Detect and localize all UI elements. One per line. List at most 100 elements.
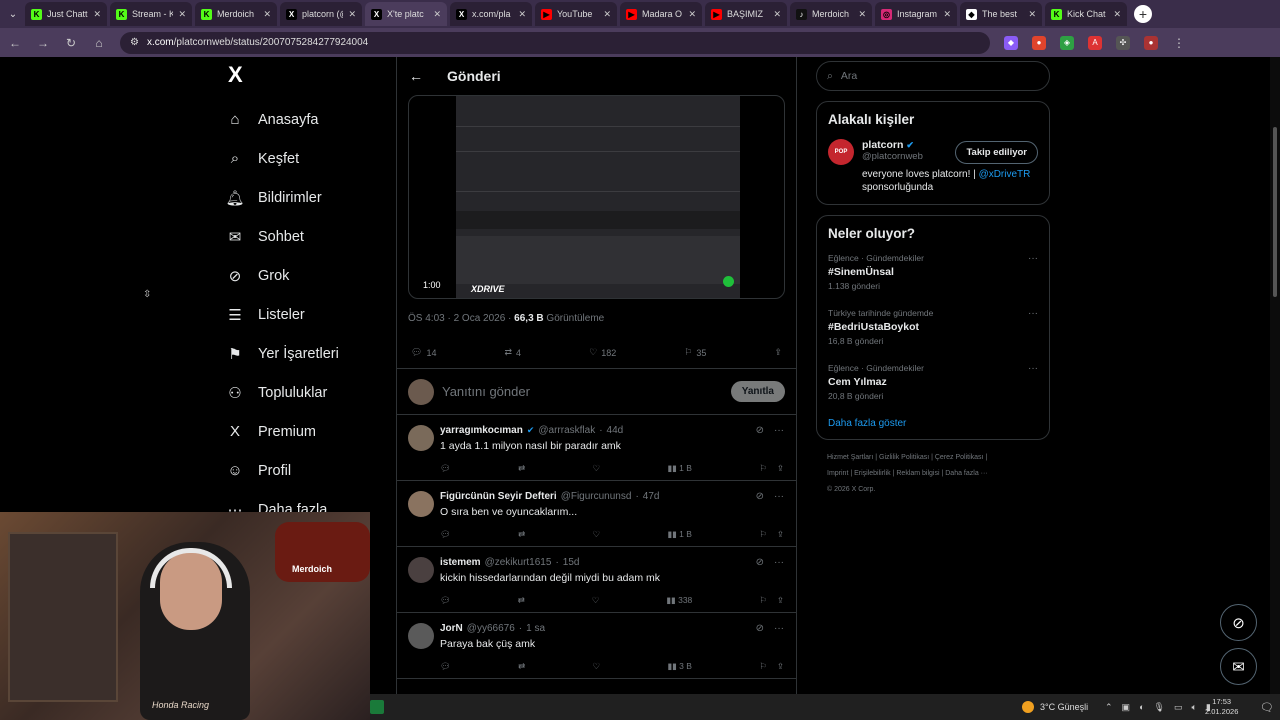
more-options-icon[interactable]: ···	[774, 425, 784, 436]
nav-item-bookmarks[interactable]: ⚑ Yer İşaretleri	[226, 334, 386, 373]
tweet-author-name[interactable]: istemem	[440, 557, 481, 568]
browser-tab[interactable]: K Kick Chat ✕	[1045, 2, 1127, 26]
share-icon[interactable]: ⇪	[777, 529, 784, 540]
browser-menu-icon[interactable]: ⋮	[1172, 36, 1186, 50]
heart-icon[interactable]: ♡	[593, 463, 601, 474]
reply-tweet[interactable]: JorN @yy66676 · 1 sa ⊘ ··· Paraya bak çüş…	[397, 613, 796, 679]
share-icon[interactable]: ⇪	[777, 463, 784, 474]
nav-item-notifications[interactable]: 🔔︎ Bildirimler	[225, 178, 386, 217]
close-icon[interactable]: ✕	[858, 9, 866, 20]
bookmark-icon[interactable]: ⚐	[759, 529, 767, 540]
notification-icon[interactable]: 🗨︎	[1260, 701, 1274, 714]
close-icon[interactable]: ✕	[263, 9, 271, 20]
scrollbar-thumb[interactable]	[1273, 127, 1277, 297]
views-button[interactable]: ▮▮ 1 B	[667, 463, 692, 474]
browser-tab[interactable]: ▶ BAŞIMIZ ✕	[705, 2, 787, 26]
repost-button[interactable]: ⇄ 4	[505, 347, 522, 358]
network-icon[interactable]: ▭	[1174, 702, 1183, 713]
views-button[interactable]: ▮▮ 3 B	[667, 661, 692, 672]
browser-tab[interactable]: X X'te platc ✕	[365, 2, 447, 26]
taskbar-app-icon[interactable]	[370, 700, 384, 714]
tab-menu-icon[interactable]: ⌄	[4, 5, 22, 23]
site-info-icon[interactable]: ⚙	[130, 37, 139, 48]
tweet-author-name[interactable]: JorN	[440, 623, 463, 634]
close-icon[interactable]: ✕	[1113, 9, 1121, 20]
messages-fab-button[interactable]: ✉	[1220, 648, 1257, 685]
browser-tab[interactable]: Xplatcorn (@ ✕	[280, 2, 362, 26]
more-options-icon[interactable]: ···	[774, 491, 784, 502]
bookmark-icon[interactable]: ⚐	[759, 661, 767, 672]
bookmark-button[interactable]: ⚐ 35	[684, 347, 706, 358]
reply-input[interactable]: Yanıtını gönder	[442, 384, 723, 399]
nav-item-profile[interactable]: ☺ Profil	[226, 451, 386, 490]
profile-avatar-icon[interactable]: ●	[1144, 35, 1158, 50]
post-timestamp[interactable]: ÖS 4:03 · 2 Oca 2026 ·	[408, 313, 514, 324]
grok-icon[interactable]: ⊘	[756, 491, 764, 502]
browser-tab[interactable]: ▶ Madara O ✕	[620, 2, 702, 26]
close-icon[interactable]: ✕	[1028, 9, 1036, 20]
bookmark-icon[interactable]: ⚐	[759, 463, 767, 474]
close-icon[interactable]: ✕	[603, 9, 611, 20]
tweet-author-name[interactable]: Figürcünün Seyir Defteri	[440, 491, 557, 502]
heart-icon[interactable]: ♡	[593, 661, 601, 672]
repost-icon[interactable]: ⇄	[518, 595, 525, 606]
more-options-icon[interactable]: ···	[1028, 308, 1038, 319]
extension-icon[interactable]: ◆	[1004, 35, 1018, 50]
browser-tab[interactable]: ▶ YouTube ✕	[535, 2, 617, 26]
nav-item-communities[interactable]: ⚇ Topluluklar	[226, 373, 386, 412]
like-button[interactable]: ♡ 182	[589, 347, 616, 358]
repost-icon[interactable]: ⇄	[518, 463, 525, 474]
adblock-icon[interactable]: A	[1088, 35, 1102, 50]
shield-icon[interactable]: ◈	[1060, 35, 1074, 50]
browser-tab[interactable]: K Merdoich ✕	[195, 2, 277, 26]
share-icon[interactable]: ⇪	[777, 595, 784, 606]
share-button[interactable]: ⇪	[774, 347, 782, 358]
tweet-time[interactable]: 44d	[607, 425, 624, 436]
reply-tweet[interactable]: istemem @zekikurt1615 · 15d ⊘ ··· kickin …	[397, 547, 796, 613]
avatar[interactable]	[408, 557, 434, 583]
browser-tab[interactable]: ◆ The best ✕	[960, 2, 1042, 26]
grok-icon[interactable]: ⊘	[756, 425, 764, 436]
weather-widget[interactable]: 3°C Güneşli	[1022, 701, 1088, 713]
nav-item-lists[interactable]: ☰ Listeler	[226, 295, 386, 334]
reload-icon[interactable]: ↻	[64, 36, 78, 50]
reply-tweet[interactable]: yarragımkocıman ✔ @arrraskflak · 44d ⊘ ··…	[397, 415, 796, 481]
nav-item-grok[interactable]: ⊘ Grok	[226, 256, 386, 295]
views-button[interactable]: ▮▮ 1 B	[667, 529, 692, 540]
close-icon[interactable]: ✕	[433, 9, 441, 20]
close-icon[interactable]: ✕	[943, 9, 951, 20]
new-tab-button[interactable]: +	[1134, 5, 1152, 23]
avatar[interactable]: POP	[828, 139, 854, 165]
browser-tab[interactable]: ♪ Merdoich ✕	[790, 2, 872, 26]
tray-app-icon[interactable]: ◐	[1139, 702, 1144, 713]
page-scrollbar[interactable]	[1270, 57, 1280, 694]
home-icon[interactable]: ⌂	[92, 36, 106, 50]
footer-line[interactable]: Imprint | Erişilebilirlik | Reklam bilgi…	[827, 466, 1050, 482]
grok-fab-button[interactable]: ⊘	[1220, 604, 1257, 641]
reply-icon[interactable]: 💬︎	[440, 661, 451, 672]
close-icon[interactable]: ✕	[773, 9, 781, 20]
video-player[interactable]: 1:00 XDRIVE	[408, 95, 785, 299]
show-more-link[interactable]: Daha fazla göster	[828, 418, 1038, 429]
reply-button[interactable]: 💬︎ 14	[411, 347, 436, 358]
back-arrow-icon[interactable]: ←	[409, 68, 423, 84]
tweet-time[interactable]: 1 sa	[526, 623, 545, 634]
repost-icon[interactable]: ⇄	[518, 529, 525, 540]
avatar[interactable]	[408, 425, 434, 451]
browser-tab[interactable]: ◎ Instagram ✕	[875, 2, 957, 26]
close-icon[interactable]: ✕	[518, 9, 526, 20]
close-icon[interactable]: ✕	[93, 9, 101, 20]
tweet-time[interactable]: 47d	[643, 491, 660, 502]
browser-tab[interactable]: K Just Chatt ✕	[25, 2, 107, 26]
heart-icon[interactable]: ♡	[592, 595, 600, 606]
reply-icon[interactable]: 💬︎	[440, 595, 451, 606]
bookmark-icon[interactable]: ⚐	[759, 595, 767, 606]
views-button[interactable]: ▮▮ 338	[666, 595, 692, 606]
person-name[interactable]: platcorn	[862, 139, 903, 151]
more-options-icon[interactable]: ···	[1028, 363, 1038, 374]
grok-icon[interactable]: ⊘	[756, 557, 764, 568]
footer-line[interactable]: Hizmet Şartları | Gizlilik Politikası | …	[827, 450, 1050, 466]
speaker-icon[interactable]: 🔈︎	[1191, 702, 1196, 713]
reply-icon[interactable]: 💬︎	[440, 529, 451, 540]
tweet-author-name[interactable]: yarragımkocıman	[440, 425, 523, 436]
